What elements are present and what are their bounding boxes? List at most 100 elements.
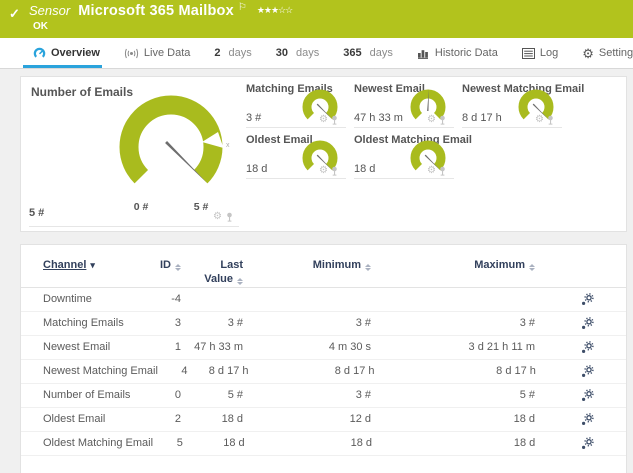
gauge-tile[interactable]: Oldest Matching Email 18 d ⚙ (354, 134, 472, 179)
column-label[interactable]: Channel (43, 259, 86, 271)
channel-row: Newest Email 1 47 h 33 m 4 m 30 s 3 d 21… (21, 336, 626, 360)
column-label: ID (160, 259, 171, 271)
gauge-pin-icon[interactable] (547, 115, 554, 125)
main-gauge[interactable]: Number of Emails x 0 # 5 # 5 # ⚙ (21, 77, 246, 233)
channel-minimum: 3 # (355, 317, 371, 329)
mini-gauge-arc (410, 140, 446, 171)
gauge-settings-gear-icon[interactable]: ⚙ (319, 166, 328, 176)
gauge-tile-grid: Matching Emails 3 # ⚙ Newest Email 47 h … (246, 83, 584, 179)
tab-number: 365 (343, 47, 362, 59)
column-header-channel[interactable]: Channel ▾ (43, 259, 151, 271)
channel-name: Oldest Matching Email (43, 437, 154, 449)
gauge-tile[interactable]: Newest Email 47 h 33 m ⚙ (354, 83, 454, 128)
column-header-maximum[interactable]: Maximum (371, 259, 535, 271)
channel-id: 4 (181, 365, 188, 377)
channel-table-header: Channel ▾ ID Last Value Minimum Maximum (21, 245, 626, 288)
channel-settings-icon[interactable] (581, 412, 594, 426)
gauge-value: 18 d (246, 163, 268, 175)
tab-label: Live Data (143, 47, 191, 59)
main-gauge-dial: x (119, 95, 230, 184)
channel-id: 1 (174, 341, 181, 353)
channel-settings-icon[interactable] (581, 340, 594, 354)
tab-365-days[interactable]: 365 days (331, 38, 405, 68)
sort-icon[interactable] (237, 277, 243, 285)
status-badge: OK (33, 21, 48, 32)
gauge-pin-icon[interactable] (439, 115, 446, 125)
channel-name: Newest Matching Email (43, 365, 158, 377)
channel-minimum: 18 d (350, 437, 373, 449)
flag-icon[interactable]: ⚐ (238, 2, 247, 13)
mini-gauge-arc (302, 89, 338, 120)
main-gauge-value: 5 # (29, 207, 45, 219)
column-label: Minimum (312, 259, 361, 271)
channel-minimum: 3 # (355, 389, 371, 401)
tab-live-data[interactable]: Live Data (112, 38, 202, 68)
channel-row: Matching Emails 3 3 # 3 # 3 # (21, 312, 626, 336)
gauge-tile[interactable]: Matching Emails 3 # ⚙ (246, 83, 346, 128)
channel-last-value: 5 # (227, 389, 243, 401)
log-icon (521, 47, 535, 59)
gauge-pin-icon[interactable] (226, 212, 233, 222)
main-gauge-actions: ⚙ (213, 212, 233, 222)
channel-id: -4 (171, 293, 181, 305)
gauge-settings-gear-icon[interactable]: ⚙ (319, 115, 328, 125)
gauge-settings-gear-icon[interactable]: ⚙ (213, 212, 222, 222)
column-label: Last (220, 259, 243, 271)
tab-label: Log (539, 47, 559, 59)
gauge-pin-icon[interactable] (439, 166, 446, 176)
gauge-pin-icon[interactable] (331, 166, 338, 176)
gauge-icon (33, 47, 46, 58)
channel-settings-icon[interactable] (581, 388, 594, 402)
column-label: Value (204, 272, 233, 285)
object-kind-label: Sensor (29, 3, 71, 18)
channel-last-value: 47 h 33 m (194, 341, 243, 353)
gauge-settings-gear-icon[interactable]: ⚙ (427, 166, 436, 176)
main-gauge-scale-min: 0 # (133, 201, 149, 213)
channel-minimum: 12 d (349, 413, 371, 425)
priority-stars-icon[interactable]: ★★★☆☆ (257, 5, 293, 16)
gauge-marker-icon: x (226, 142, 230, 149)
channel-settings-icon[interactable] (581, 316, 594, 330)
column-header-last-value[interactable]: Last Value (181, 259, 243, 287)
tab-2-days[interactable]: 2 days (202, 38, 263, 68)
column-label: Maximum (474, 259, 525, 271)
gauge-value: 18 d (354, 163, 376, 175)
gauge-tile-actions: ⚙ (319, 115, 338, 125)
channel-settings-icon[interactable] (581, 364, 594, 378)
channel-name: Matching Emails (43, 317, 124, 329)
tab-historic-data[interactable]: Historic Data (405, 38, 510, 68)
tab-settings[interactable]: ⚙ Settings (570, 38, 633, 68)
mini-gauge-arc (302, 140, 338, 171)
gauge-pin-icon[interactable] (331, 115, 338, 125)
sensor-title-row: Sensor Microsoft 365 Mailbox ⚐ ★★★☆☆ (29, 2, 293, 19)
gear-icon: ⚙ (582, 45, 594, 61)
tab-label: days (228, 47, 252, 59)
tab-30-days[interactable]: 30 days (264, 38, 332, 68)
gauge-tile[interactable]: Oldest Email 18 d ⚙ (246, 134, 346, 179)
channel-maximum: 3 d 21 h 11 m (468, 341, 535, 353)
gauge-value: 47 h 33 m (354, 112, 403, 124)
divider (29, 226, 239, 227)
channel-maximum: 3 # (519, 317, 535, 329)
channel-maximum: 5 # (519, 389, 535, 401)
tab-number: 2 (214, 47, 221, 59)
sort-desc-icon: ▾ (90, 260, 95, 270)
gauge-settings-gear-icon[interactable]: ⚙ (427, 115, 436, 125)
tab-overview[interactable]: Overview (21, 38, 112, 68)
channel-row: Oldest Matching Email 5 18 d 18 d 18 d (21, 432, 626, 456)
gauge-settings-gear-icon[interactable]: ⚙ (535, 115, 544, 125)
channel-name: Oldest Email (43, 413, 106, 425)
column-header-id[interactable]: ID (151, 259, 181, 271)
channel-row: Newest Matching Email 4 8 d 17 h 8 d 17 … (21, 360, 626, 384)
gauge-tile[interactable]: Newest Matching Email 8 d 17 h ⚙ (462, 83, 584, 128)
channel-settings-icon[interactable] (581, 292, 594, 306)
sort-icon[interactable] (529, 264, 535, 271)
channel-settings-icon[interactable] (581, 436, 594, 450)
channel-row: Number of Emails 0 5 # 3 # 5 # (21, 384, 626, 408)
tab-label: days (369, 47, 393, 59)
channel-maximum: 18 d (513, 413, 535, 425)
channel-name: Downtime (43, 293, 92, 305)
tab-bar: Overview Live Data 2 days 30 days 365 da… (0, 38, 633, 69)
column-header-minimum[interactable]: Minimum (243, 259, 371, 271)
tab-log[interactable]: Log (510, 38, 570, 68)
